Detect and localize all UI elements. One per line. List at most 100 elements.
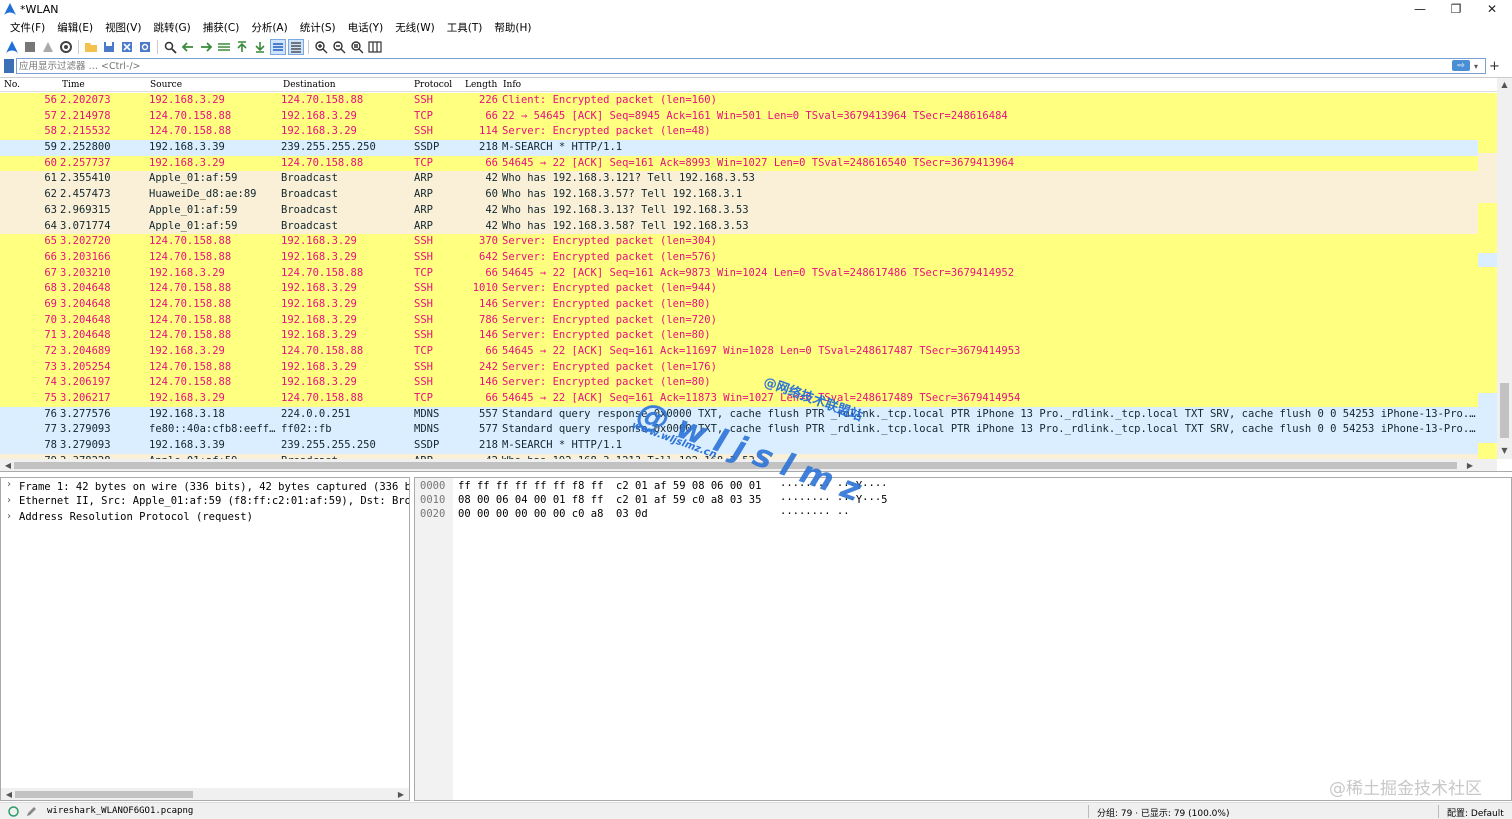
scroll-left-icon[interactable]: ◀ [2, 459, 14, 471]
table-row[interactable]: 72 3.204689 192.168.3.29 124.70.158.88 TCP 66… [0, 344, 1478, 360]
table-row[interactable]: 71 3.204648 124.70.158.88 192.168.3.29 SSH 14… [0, 328, 1478, 344]
column-time[interactable]: Time [62, 80, 85, 90]
packet-minimap[interactable] [1478, 93, 1497, 459]
cell-protocol: SSDP [414, 141, 440, 154]
byte-hex[interactable]: 00 00 00 00 00 00 c0 a8 03 0d [458, 508, 648, 520]
go-to-packet-icon[interactable] [216, 39, 232, 55]
column-protocol[interactable]: Protocol [414, 80, 452, 90]
scroll-thumb[interactable] [1500, 383, 1509, 438]
save-file-icon[interactable] [101, 39, 117, 55]
scroll-thumb[interactable] [15, 791, 193, 798]
start-capture-icon[interactable] [4, 39, 20, 55]
cell-info: Server: Encrypted packet (len=80) [502, 297, 711, 310]
reload-file-icon[interactable] [137, 39, 153, 55]
chevron-right-icon[interactable]: › [6, 495, 12, 506]
tree-item-ethernet[interactable]: › Ethernet II, Src: Apple_01:af:59 (f8:ff… [1, 494, 409, 510]
byte-hex[interactable]: 08 00 06 04 00 01 f8 ff c2 01 af 59 c0 a… [458, 494, 761, 506]
capture-options-icon[interactable] [58, 39, 74, 55]
chevron-right-icon[interactable]: › [6, 511, 12, 522]
go-forward-icon[interactable] [198, 39, 214, 55]
table-row[interactable]: 64 3.071774 Apple_01:af:59 Broadcast ARP 42 Wh… [0, 218, 1478, 235]
column-length[interactable]: Length [465, 80, 497, 90]
cell-no: 67 [44, 266, 57, 279]
table-row[interactable]: 61 2.355410 Apple_01:af:59 Broadcast ARP 42 Wh… [0, 171, 1478, 188]
scroll-right-icon[interactable]: ▶ [1464, 459, 1476, 471]
display-filter-input[interactable] [16, 58, 1486, 74]
menu-tools[interactable]: 工具(T) [441, 20, 489, 35]
packet-list-vscroll[interactable]: ▲ ▼ [1497, 78, 1512, 459]
autoscroll-icon[interactable] [270, 39, 286, 55]
menu-wireless[interactable]: 无线(W) [389, 20, 441, 35]
close-button[interactable]: ✕ [1474, 0, 1510, 18]
table-row[interactable]: 63 2.969315 Apple_01:af:59 Broadcast ARP 42 Wh… [0, 202, 1478, 219]
scroll-left-icon[interactable]: ◀ [3, 788, 15, 800]
menu-view[interactable]: 视图(V) [99, 20, 147, 35]
open-file-icon[interactable] [83, 39, 99, 55]
chevron-right-icon[interactable]: › [6, 479, 12, 490]
menu-file[interactable]: 文件(F) [4, 20, 51, 35]
menu-edit[interactable]: 编辑(E) [51, 20, 99, 35]
table-row[interactable]: 66 3.203166 124.70.158.88 192.168.3.29 SSH 64… [0, 249, 1478, 266]
stop-capture-icon[interactable] [22, 39, 38, 55]
zoom-reset-icon[interactable] [349, 39, 365, 55]
table-row[interactable]: 69 3.204648 124.70.158.88 192.168.3.29 SSH 14… [0, 296, 1478, 313]
table-row[interactable]: 58 2.215532 124.70.158.88 192.168.3.29 SSH 11… [0, 124, 1478, 141]
cell-no: 73 [44, 360, 57, 373]
menu-help[interactable]: 帮助(H) [488, 20, 537, 35]
table-row[interactable]: 56 2.202073 192.168.3.29 124.70.158.88 SSH 22… [0, 93, 1478, 109]
byte-hex[interactable]: ff ff ff ff ff ff f8 ff c2 01 af 59 08 0… [458, 480, 761, 492]
filter-bookmark-icon[interactable] [4, 59, 14, 73]
find-packet-icon[interactable] [162, 39, 178, 55]
tree-item-frame[interactable]: › Frame 1: 42 bytes on wire (336 bits), 4… [1, 478, 409, 494]
scroll-up-icon[interactable]: ▲ [1497, 80, 1512, 92]
tree-item-arp[interactable]: › Address Resolution Protocol (request) [1, 510, 409, 526]
table-row[interactable]: 57 2.214978 124.70.158.88 192.168.3.29 TCP 66… [0, 108, 1478, 125]
table-row[interactable]: 60 2.257737 192.168.3.29 124.70.158.88 TCP 66… [0, 155, 1478, 172]
scroll-down-icon[interactable]: ▼ [1497, 446, 1512, 458]
apply-filter-button[interactable]: ⇨ [1452, 60, 1470, 71]
byte-ascii[interactable]: ········ ·· [780, 508, 850, 520]
cell-info: Server: Encrypted packet (len=576) [502, 250, 717, 263]
restart-capture-icon[interactable] [40, 39, 56, 55]
table-row[interactable]: 67 3.203210 192.168.3.29 124.70.158.88 TCP 66… [0, 265, 1478, 282]
filter-dropdown-icon[interactable]: ▾ [1474, 58, 1484, 74]
add-filter-button[interactable]: + [1489, 58, 1501, 74]
menu-analyze[interactable]: 分析(A) [245, 20, 293, 35]
zoom-in-icon[interactable] [313, 39, 329, 55]
close-file-icon[interactable] [119, 39, 135, 55]
table-row[interactable]: 75 3.206217 192.168.3.29 124.70.158.88 TCP 66… [0, 391, 1478, 407]
expert-info-icon[interactable] [8, 806, 19, 817]
table-row[interactable]: 74 3.206197 124.70.158.88 192.168.3.29 SSH 14… [0, 375, 1478, 392]
table-row[interactable]: 68 3.204648 124.70.158.88 192.168.3.29 SSH 10… [0, 281, 1478, 297]
column-source[interactable]: Source [150, 80, 182, 90]
scroll-right-icon[interactable]: ▶ [395, 788, 407, 800]
column-no[interactable]: No. [4, 80, 20, 90]
cell-length: 218 [479, 439, 498, 452]
menu-capture[interactable]: 捕获(C) [197, 20, 246, 35]
table-row[interactable]: 70 3.204648 124.70.158.88 192.168.3.29 SSH 78… [0, 312, 1478, 329]
zoom-out-icon[interactable] [331, 39, 347, 55]
menu-statistics[interactable]: 统计(S) [294, 20, 342, 35]
cell-time: 3.206197 [60, 376, 111, 389]
cell-destination: Broadcast [281, 188, 338, 201]
table-row[interactable]: 76 3.277576 192.168.3.18 224.0.0.251 MDNS 557… [0, 406, 1478, 423]
go-last-icon[interactable] [252, 39, 268, 55]
column-info[interactable]: Info [503, 80, 521, 90]
table-row[interactable]: 62 2.457473 HuaweiDe_d8:ae:89 Broadcast ARP 6… [0, 187, 1478, 203]
main-toolbar [0, 37, 1512, 57]
table-row[interactable]: 73 3.205254 124.70.158.88 192.168.3.29 SSH 24… [0, 359, 1478, 376]
colorize-icon[interactable] [288, 39, 304, 55]
column-destination[interactable]: Destination [283, 80, 336, 90]
go-back-icon[interactable] [180, 39, 196, 55]
minimize-button[interactable]: — [1402, 0, 1438, 18]
table-row[interactable]: 65 3.202720 124.70.158.88 192.168.3.29 SSH 37… [0, 234, 1478, 250]
details-hscroll[interactable]: ◀ ▶ [1, 788, 409, 800]
go-first-icon[interactable] [234, 39, 250, 55]
menu-go[interactable]: 跳转(G) [147, 20, 196, 35]
profile-selector[interactable]: 配置: Default [1447, 806, 1504, 819]
resize-columns-icon[interactable] [367, 39, 383, 55]
edit-comment-icon[interactable] [26, 806, 37, 817]
table-row[interactable]: 59 2.252800 192.168.3.39 239.255.255.250 SSD… [0, 140, 1478, 156]
menu-telephony[interactable]: 电话(Y) [342, 20, 390, 35]
maximize-button[interactable]: ❐ [1438, 0, 1474, 18]
